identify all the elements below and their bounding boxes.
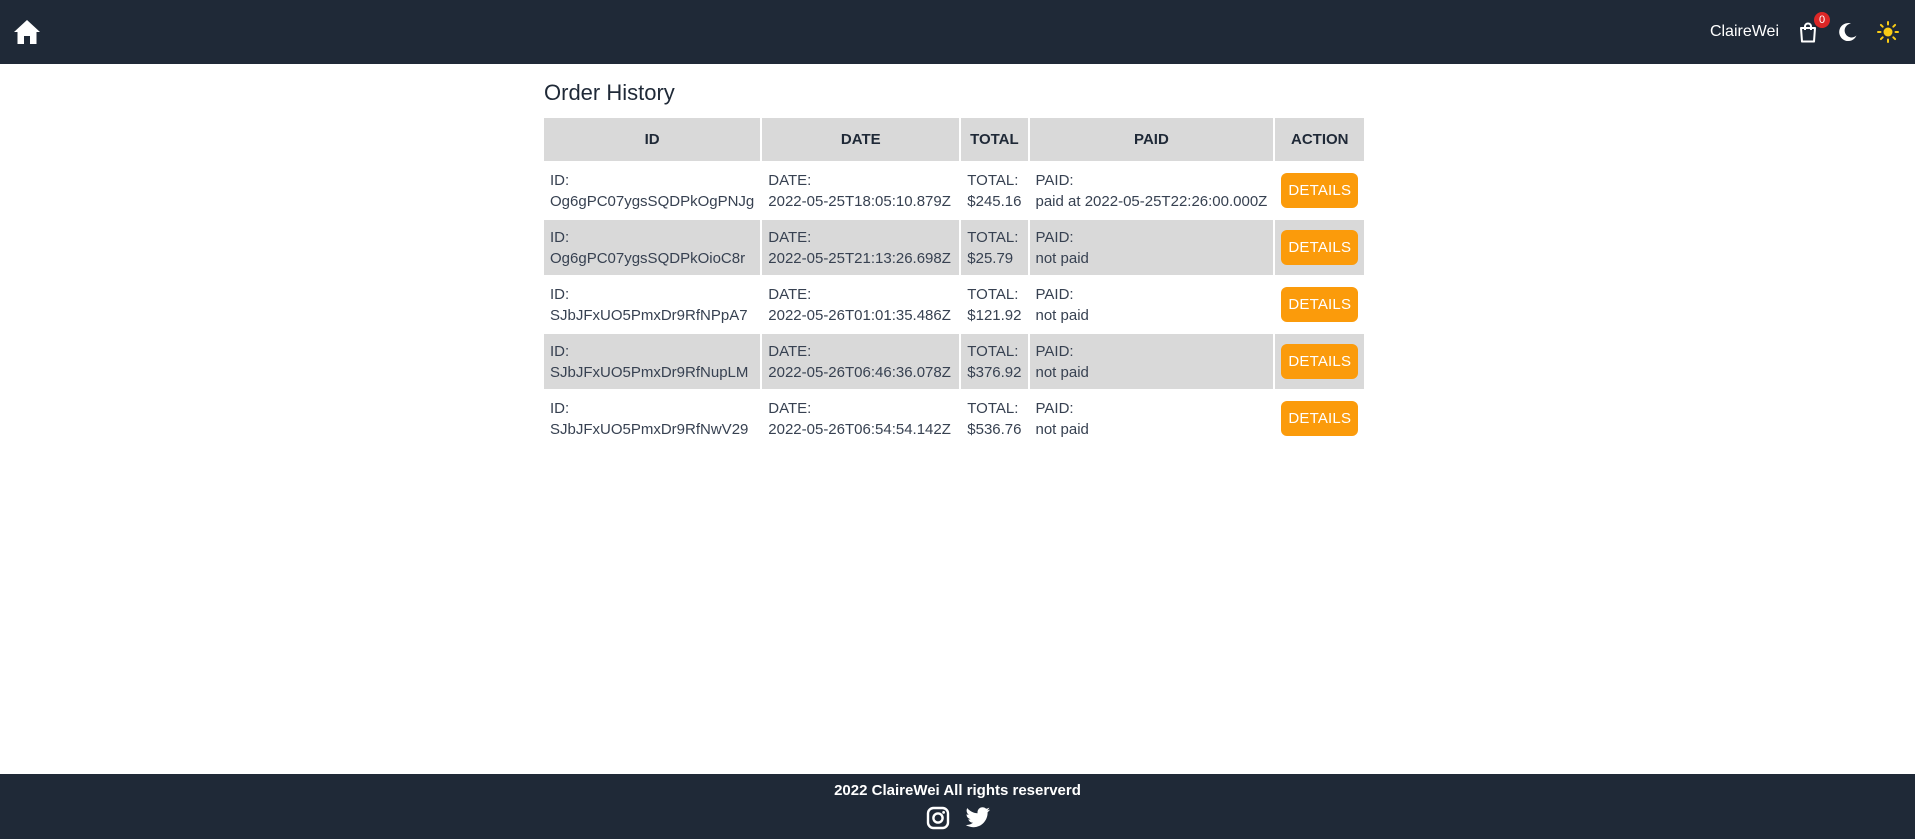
order-date: 2022-05-25T21:13:26.698Z (768, 249, 951, 267)
table-row: ID: SJbJFxUO5PmxDr9RfNupLM DATE: 2022-05-2… (544, 334, 1365, 389)
top-navbar: ClaireWei 0 (0, 0, 1915, 64)
order-date-cell: DATE: 2022-05-25T21:13:26.698Z (762, 220, 960, 275)
table-row: ID: SJbJFxUO5PmxDr9RfNwV29 DATE: 2022-05-2… (544, 391, 1364, 446)
order-total-cell: TOTAL: $121.92 (961, 277, 1027, 332)
id-label: ID: (550, 228, 570, 246)
table-row: ID: Og6gPC07ygsSQDPkOioC8r DATE: 2022-05-2… (544, 220, 1365, 275)
header-right-group: ClaireWei 0 (1710, 12, 1899, 43)
main-content: Order History ID DATE TOTAL PAID ACTION … (544, 80, 1369, 448)
order-date-cell: DATE: 2022-05-26T01:01:35.486Z (762, 277, 959, 332)
order-total: $25.79 (967, 249, 1014, 267)
paid-label: PAID: (1035, 171, 1074, 189)
moon-icon[interactable] (1837, 21, 1859, 43)
order-date: 2022-05-26T06:54:54.142Z (768, 420, 951, 438)
order-date-cell: DATE: 2022-05-26T06:54:54.142Z (762, 391, 959, 446)
order-action-cell: DETAILS (1275, 220, 1365, 275)
page-title: Order History (544, 80, 675, 105)
order-action-cell: DETAILS (1275, 391, 1364, 446)
date-label: DATE: (768, 228, 812, 246)
cart-button[interactable]: 0 (1797, 12, 1830, 43)
username-link[interactable]: ClaireWei (1710, 23, 1779, 41)
details-button[interactable]: DETAILS (1281, 230, 1359, 265)
id-label: ID: (550, 399, 570, 417)
order-date-cell: DATE: 2022-05-26T06:46:36.078Z (762, 334, 960, 389)
order-id: SJbJFxUO5PmxDr9RfNwV29 (550, 420, 749, 438)
order-history-table: ID DATE TOTAL PAID ACTION ID: Og6gPC07ygs… (542, 116, 1366, 448)
order-id: Og6gPC07ygsSQDPkOgPNJg (550, 192, 755, 210)
order-total: $536.76 (967, 420, 1022, 438)
order-action-cell: DETAILS (1275, 334, 1365, 389)
column-header-id: ID (544, 118, 761, 161)
order-date: 2022-05-26T01:01:35.486Z (768, 306, 951, 324)
copyright-text: 2022 ClaireWei All rights reserverd (834, 782, 1081, 799)
page: ClaireWei 0 Order History ID DATE TOTAL … (0, 0, 1915, 839)
total-label: TOTAL: (967, 399, 1019, 417)
column-header-action: ACTION (1275, 118, 1365, 161)
paid-label: PAID: (1035, 285, 1074, 303)
column-header-paid: PAID (1029, 118, 1274, 161)
id-label: ID: (550, 285, 570, 303)
id-label: ID: (550, 342, 570, 360)
order-paid-cell: PAID: not paid (1029, 220, 1274, 275)
column-header-total: TOTAL (961, 118, 1028, 161)
order-paid-status: not paid (1035, 306, 1089, 324)
paid-label: PAID: (1035, 399, 1074, 417)
order-paid-status: paid at 2022-05-25T22:26:00.000Z (1035, 192, 1268, 210)
order-id: SJbJFxUO5PmxDr9RfNupLM (550, 363, 749, 381)
total-label: TOTAL: (967, 285, 1019, 303)
order-total: $121.92 (967, 306, 1022, 324)
order-total-cell: TOTAL: $376.92 (961, 334, 1028, 389)
order-paid-cell: PAID: not paid (1030, 277, 1274, 332)
social-links (925, 805, 991, 831)
table-row: ID: SJbJFxUO5PmxDr9RfNPpA7 DATE: 2022-05-2… (544, 277, 1364, 332)
order-action-cell: DETAILS (1275, 277, 1364, 332)
paid-label: PAID: (1035, 342, 1074, 360)
sun-icon[interactable] (1877, 21, 1899, 43)
details-button[interactable]: DETAILS (1281, 401, 1359, 436)
column-header-date: DATE (762, 118, 960, 161)
footer: 2022 ClaireWei All rights reserverd (0, 774, 1915, 839)
order-id-cell: ID: Og6gPC07ygsSQDPkOgPNJg (544, 163, 760, 218)
details-button[interactable]: DETAILS (1281, 173, 1359, 208)
order-date: 2022-05-26T06:46:36.078Z (768, 363, 951, 381)
order-id-cell: ID: SJbJFxUO5PmxDr9RfNPpA7 (544, 277, 760, 332)
order-total: $245.16 (967, 192, 1022, 210)
date-label: DATE: (768, 285, 812, 303)
cart-count-badge: 0 (1814, 12, 1830, 28)
date-label: DATE: (768, 342, 812, 360)
order-total-cell: TOTAL: $536.76 (961, 391, 1027, 446)
order-total-cell: TOTAL: $25.79 (961, 220, 1028, 275)
instagram-icon[interactable] (925, 805, 951, 831)
order-paid-status: not paid (1035, 249, 1089, 267)
table-header-row: ID DATE TOTAL PAID ACTION (544, 118, 1365, 161)
order-date-cell: DATE: 2022-05-25T18:05:10.879Z (762, 163, 959, 218)
order-date: 2022-05-25T18:05:10.879Z (768, 192, 951, 210)
id-label: ID: (550, 171, 570, 189)
order-id-cell: ID: SJbJFxUO5PmxDr9RfNupLM (544, 334, 761, 389)
home-icon[interactable] (12, 17, 42, 47)
date-label: DATE: (768, 399, 812, 417)
order-paid-status: not paid (1035, 420, 1089, 438)
order-action-cell: DETAILS (1275, 163, 1364, 218)
order-paid-cell: PAID: not paid (1030, 391, 1274, 446)
date-label: DATE: (768, 171, 812, 189)
total-label: TOTAL: (967, 342, 1019, 360)
total-label: TOTAL: (967, 171, 1019, 189)
order-paid-status: not paid (1035, 363, 1089, 381)
paid-label: PAID: (1035, 228, 1074, 246)
order-total: $376.92 (967, 363, 1022, 381)
order-paid-cell: PAID: paid at 2022-05-25T22:26:00.000Z (1030, 163, 1274, 218)
order-id: SJbJFxUO5PmxDr9RfNPpA7 (550, 306, 748, 324)
twitter-icon[interactable] (965, 805, 991, 831)
order-paid-cell: PAID: not paid (1029, 334, 1274, 389)
details-button[interactable]: DETAILS (1281, 344, 1359, 379)
total-label: TOTAL: (967, 228, 1019, 246)
details-button[interactable]: DETAILS (1281, 287, 1359, 322)
order-id-cell: ID: Og6gPC07ygsSQDPkOioC8r (544, 220, 761, 275)
order-id: Og6gPC07ygsSQDPkOioC8r (550, 249, 746, 267)
order-id-cell: ID: SJbJFxUO5PmxDr9RfNwV29 (544, 391, 760, 446)
table-row: ID: Og6gPC07ygsSQDPkOgPNJg DATE: 2022-05-2… (544, 163, 1364, 218)
order-total-cell: TOTAL: $245.16 (961, 163, 1027, 218)
